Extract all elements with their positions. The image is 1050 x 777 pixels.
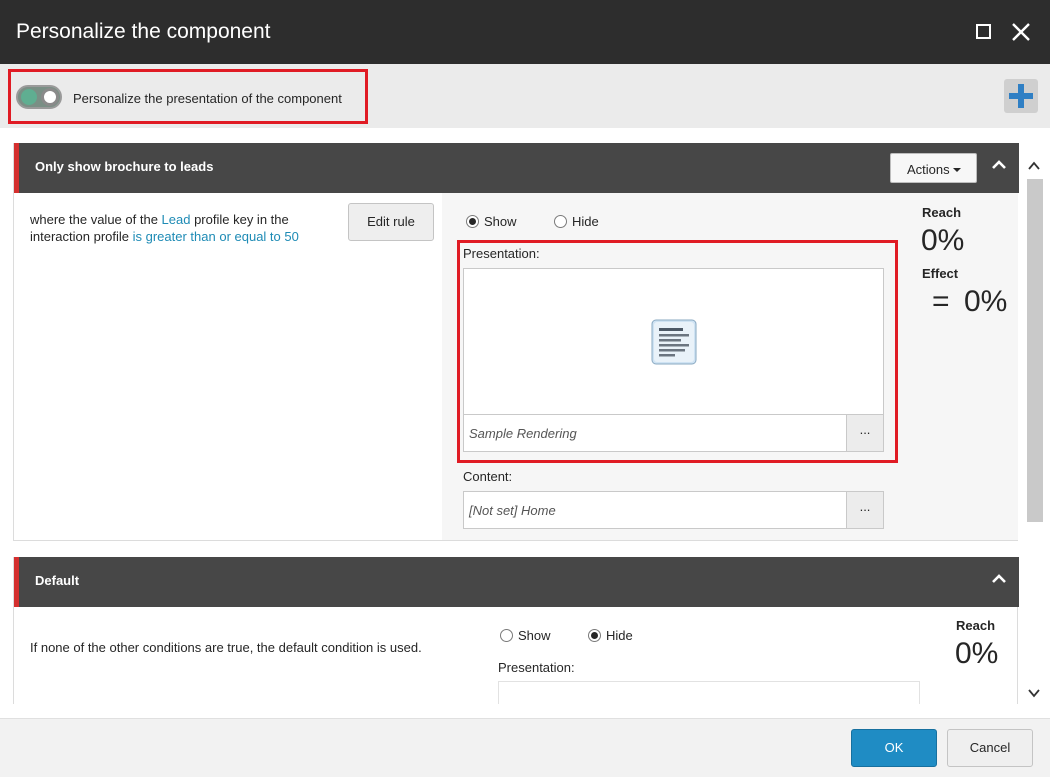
effect-equal-icon: = — [932, 285, 950, 318]
toggle-knob — [41, 88, 59, 106]
rule-condition: If none of the other conditions are true… — [30, 640, 422, 655]
dialog-titlebar: Personalize the component — [0, 0, 1050, 64]
caret-down-icon — [953, 168, 961, 172]
reach-value: 0% — [955, 637, 999, 670]
content-field[interactable]: [Not set] Home ... — [463, 491, 884, 529]
personalize-toolbar: Personalize the presentation of the comp… — [0, 64, 1050, 128]
add-condition-button[interactable] — [1004, 79, 1038, 113]
rule-condition: where the value of the Lead profile key … — [30, 212, 299, 244]
rule-header: Only show brochure to leads Actions — [14, 143, 1019, 193]
chevron-up-icon[interactable] — [989, 155, 1009, 175]
personalize-dialog: Personalize the component Personalize th… — [0, 0, 1050, 777]
scrollbar-thumb[interactable] — [1027, 179, 1043, 522]
presentation-label: Presentation: — [498, 660, 575, 675]
toggle-label: Personalize the presentation of the comp… — [73, 91, 342, 106]
close-icon[interactable] — [1009, 20, 1033, 44]
reach-label: Reach — [922, 205, 962, 220]
chevron-up-icon[interactable] — [989, 569, 1009, 589]
scroll-down-icon[interactable] — [1026, 685, 1042, 701]
profile-key-link[interactable]: Lead — [162, 212, 191, 227]
content-value: [Not set] Home — [469, 503, 556, 518]
reach-value: 0% — [921, 224, 965, 257]
rule-title: Default — [35, 573, 80, 588]
dialog-title: Personalize the component — [16, 20, 271, 43]
rule-title: Only show brochure to leads — [35, 159, 214, 174]
rule-header: Default — [14, 557, 1019, 607]
maximize-icon[interactable] — [972, 20, 996, 44]
personalize-toggle[interactable] — [16, 85, 62, 109]
ok-button[interactable]: OK — [851, 729, 937, 767]
actions-label: Actions — [907, 162, 950, 177]
cancel-button[interactable]: Cancel — [947, 729, 1033, 767]
content-browse-button[interactable]: ... — [846, 492, 883, 528]
content-label: Content: — [463, 469, 513, 484]
toggle-highlight-frame: Personalize the presentation of the comp… — [8, 69, 368, 124]
scroll-up-icon[interactable] — [1026, 158, 1042, 174]
effect-value: 0% — [964, 285, 1008, 318]
reach-label: Reach — [956, 618, 996, 633]
effect-label: Effect — [922, 266, 959, 281]
plus-icon — [1009, 84, 1033, 108]
presentation-preview — [498, 681, 920, 704]
rule-panel-default: Default If none of the other conditions … — [13, 557, 1019, 704]
edit-rule-button[interactable]: Edit rule — [348, 203, 434, 241]
toggle-on-indicator — [21, 89, 37, 105]
vertical-scrollbar[interactable] — [1024, 143, 1044, 704]
operator-link[interactable]: is greater than or equal to 50 — [133, 229, 299, 244]
dialog-footer: OK Cancel — [0, 718, 1050, 777]
actions-dropdown[interactable]: Actions — [890, 153, 977, 183]
presentation-highlight-frame — [457, 240, 898, 463]
